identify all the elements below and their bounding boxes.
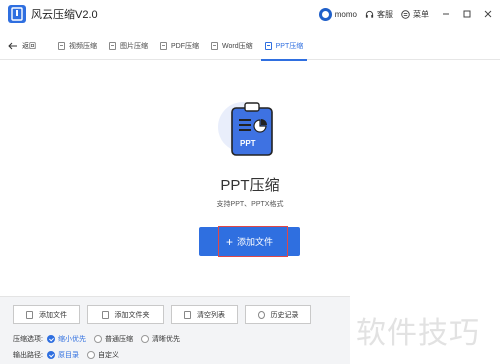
radio-label: 清晰优先 [151,336,180,343]
radio-custom-dir[interactable]: 自定义 [86,350,119,360]
trash-icon [184,310,191,319]
menu-icon [401,9,410,19]
history-button[interactable]: 历史记录 [245,305,311,324]
compress-options: 压缩选项: 缩小优先 普通压缩 清晰优先 [13,334,188,344]
compress-options-label: 压缩选项: [13,336,43,343]
user-name: momo [334,9,357,19]
add-folder-button[interactable]: 添加文件夹 [87,305,164,324]
radio-label: 自定义 [97,352,119,359]
radio-unchecked-icon [140,335,149,343]
format-hint: 支持PPT、PPTX格式 [216,201,284,208]
tab-image-compress[interactable]: 图片压缩 [103,32,154,60]
ppt-clipboard-icon: PPT [231,102,273,156]
tab-label: Word压缩 [222,42,253,50]
button-label: 清空列表 [197,311,225,319]
service-button[interactable]: 客服 [365,9,393,20]
tab-label: PDF压缩 [171,42,199,50]
app-title: 风云压缩V2.0 [31,9,98,21]
tab-label: 视频压缩 [69,42,97,50]
service-label: 客服 [377,9,393,19]
tab-bar: 返回 视频压缩 图片压缩 PDF压缩 Word压缩 PPT压缩 [0,32,500,61]
ppt-file-icon [264,41,272,50]
word-file-icon [211,41,218,50]
pdf-file-icon [160,41,167,50]
radio-checked-icon [46,351,55,359]
tab-pdf-compress[interactable]: PDF压缩 [154,32,205,60]
maximize-button[interactable] [458,5,476,23]
arrow-left-icon [8,42,17,49]
title-bar: 风云压缩V2.0 momo 客服 菜单 [0,0,500,28]
minimize-button[interactable] [437,5,455,23]
button-label: 添加文件 [39,311,67,319]
tab-word-compress[interactable]: Word压缩 [205,32,259,60]
user-account[interactable]: momo [318,7,357,21]
maximize-icon [463,10,471,18]
watermark-text: 软件技巧 [356,317,480,350]
button-label: 历史记录 [270,311,299,319]
radio-checked-icon [46,335,55,343]
tab-label: PPT压缩 [275,42,304,50]
ppt-icon-text: PPT [240,139,256,148]
back-button[interactable]: 返回 [8,41,52,51]
radio-clarity-first[interactable]: 清晰优先 [140,334,180,344]
page-title: PPT压缩 [220,177,280,194]
add-file-icon [26,310,33,319]
output-path-label: 输出路径: [13,352,43,359]
radio-label: 原目录 [57,352,79,359]
image-file-icon [109,41,116,50]
menu-label: 菜单 [413,9,429,19]
tab-label: 图片压缩 [120,42,148,50]
tab-ppt-compress[interactable]: PPT压缩 [259,32,310,61]
radio-label: 缩小优先 [57,336,86,343]
bottom-panel: 添加文件 添加文件夹 清空列表 历史记录 压缩选项: 缩小优先 普通压缩 清晰优… [0,296,350,364]
avatar [318,7,332,21]
back-label: 返回 [22,42,36,50]
radio-label: 普通压缩 [104,336,133,343]
button-label: 添加文件夹 [114,311,150,319]
radio-normal-compress[interactable]: 普通压缩 [93,334,133,344]
app-logo-icon [8,5,26,23]
clock-icon [257,310,265,319]
radio-unchecked-icon [86,351,95,359]
folder-icon [101,310,109,319]
add-file-toolbar-button[interactable]: 添加文件 [13,305,80,324]
output-options: 输出路径: 原目录 自定义 [13,350,127,360]
radio-unchecked-icon [93,335,102,343]
headset-icon [365,10,374,18]
close-button[interactable] [479,5,497,23]
drop-area[interactable]: PPT PPT压缩 支持PPT、PPTX格式 + 添加文件 [0,61,500,296]
video-file-icon [58,41,65,50]
clear-list-button[interactable]: 清空列表 [171,305,238,324]
tab-video-compress[interactable]: 视频压缩 [52,32,103,60]
radio-size-first[interactable]: 缩小优先 [46,334,86,344]
highlight-box [218,226,288,257]
menu-button[interactable]: 菜单 [401,9,429,20]
ppt-illustration: PPT [212,96,282,166]
close-icon [484,10,492,18]
minimize-icon [443,13,449,15]
radio-original-dir[interactable]: 原目录 [46,350,79,360]
